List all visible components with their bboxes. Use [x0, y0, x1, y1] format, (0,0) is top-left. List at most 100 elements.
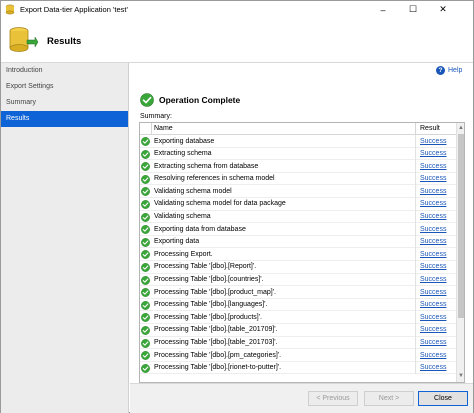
success-check-icon — [141, 326, 150, 335]
summary-label: Summary: — [140, 113, 172, 120]
table-row: Processing Table '[dbo].[countries]'. Suc… — [140, 273, 456, 287]
summary-grid: Name Result Exporting database Success Ext… — [139, 122, 465, 383]
table-row: Processing Table '[dbo].[pm_categories]'… — [140, 349, 456, 362]
row-name: Processing Table '[dbo].[product_map]'. — [154, 288, 277, 296]
row-result-link[interactable]: Success — [420, 289, 446, 296]
row-name: Validating schema — [154, 213, 211, 221]
row-name: Exporting data — [154, 238, 200, 246]
success-check-icon — [141, 225, 150, 235]
minimize-button[interactable]: – — [371, 1, 395, 18]
success-check-icon — [141, 137, 150, 146]
row-result-link[interactable]: Success — [420, 263, 446, 270]
row-result-link[interactable]: Success — [420, 339, 446, 346]
row-name: Processing Export. — [154, 250, 213, 258]
table-row: Resolving references in schema model Succ… — [140, 172, 456, 186]
page-title: Results — [47, 36, 82, 47]
export-dialog: Export Data-tier Application 'test' – ☐ … — [0, 0, 474, 413]
success-check-icon — [141, 250, 150, 260]
scroll-up-icon[interactable]: ▲ — [458, 125, 464, 131]
success-check-icon — [141, 275, 150, 285]
help-label: Help — [448, 67, 463, 74]
row-name: Processing Table '[dbo].[languages]'. — [154, 301, 268, 309]
success-check-icon — [141, 263, 150, 272]
row-result-link[interactable]: Success — [420, 226, 446, 233]
help-icon: ? — [436, 66, 445, 75]
row-result-link[interactable]: Success — [420, 150, 446, 157]
success-check-icon — [141, 187, 150, 197]
table-row: Processing Export. Success — [140, 248, 456, 261]
table-row: Exporting data Success — [140, 235, 456, 249]
row-result-link[interactable]: Success — [420, 213, 446, 220]
success-check-icon — [141, 338, 150, 348]
row-result-link[interactable]: Success — [420, 163, 446, 170]
help-link[interactable]: ? Help — [436, 66, 462, 75]
scroll-down-icon[interactable]: ▼ — [458, 373, 464, 379]
success-check-icon — [140, 93, 154, 107]
table-row: Validating schema model for data package… — [140, 197, 456, 211]
row-result-link[interactable]: Success — [420, 200, 446, 207]
close-window-button[interactable]: ✕ — [431, 1, 455, 18]
sidebar-item-export-settings[interactable]: Export Settings — [1, 79, 128, 95]
row-name: Validating schema model — [154, 187, 232, 195]
row-name: Processing Table '[dbo].[table_201703]'. — [154, 339, 278, 346]
row-result-link[interactable]: Success — [420, 276, 446, 283]
success-check-icon — [141, 200, 150, 209]
table-row: Exporting data from database Success — [140, 223, 456, 236]
row-name: Exporting data from database — [154, 225, 246, 233]
success-check-icon — [141, 162, 150, 172]
table-row: Processing Table '[dbo].[product_map]'. S… — [140, 286, 456, 299]
row-result-link[interactable]: Success — [420, 251, 446, 258]
row-result-link[interactable]: Success — [420, 364, 446, 371]
scrollbar-thumb[interactable] — [458, 134, 464, 318]
previous-button[interactable]: < Previous — [308, 391, 358, 406]
row-name: Extracting schema from database — [154, 162, 259, 170]
row-name: Extracting schema — [154, 150, 212, 158]
row-result-link[interactable]: Success — [420, 175, 446, 182]
row-name: Validating schema model for data package — [154, 200, 286, 208]
close-button[interactable]: Close — [418, 391, 468, 406]
table-row: Processing Table '[dbo].[rionet-to-putte… — [140, 361, 456, 375]
success-check-icon — [141, 149, 150, 159]
table-row: Processing Table '[dbo].[products]'. Succ… — [140, 311, 456, 324]
row-name: Processing Table '[dbo].[Report]'. — [154, 263, 257, 271]
wizard-footer: < Previous Next > Close — [130, 383, 473, 413]
row-name: Resolving references in schema model — [154, 175, 275, 183]
success-check-icon — [141, 288, 150, 298]
table-row: Extracting schema from database Success — [140, 160, 456, 173]
success-check-icon — [141, 237, 150, 247]
table-row: Processing Table '[dbo].[table_201709]'.… — [140, 323, 456, 337]
row-result-link[interactable]: Success — [420, 326, 446, 333]
window-title: Export Data-tier Application 'test' — [20, 5, 128, 14]
column-header-name[interactable]: Name — [154, 125, 173, 132]
row-name: Processing Table '[dbo].[table_201709]'. — [154, 326, 278, 334]
vertical-scrollbar[interactable]: ▲ ▼ — [456, 123, 464, 382]
success-check-icon — [141, 351, 150, 360]
next-button[interactable]: Next > — [364, 391, 414, 406]
row-name: Processing Table '[dbo].[rionet-to-putte… — [154, 364, 282, 372]
row-result-link[interactable]: Success — [420, 314, 446, 321]
table-row: Extracting schema Success — [140, 147, 456, 161]
success-check-icon — [141, 363, 150, 373]
database-export-icon — [5, 4, 15, 15]
row-result-link[interactable]: Success — [420, 301, 446, 308]
sidebar-item-introduction[interactable]: Introduction — [1, 63, 128, 79]
results-content: ? Help Operation Complete Summary: Name … — [130, 63, 473, 383]
wizard-sidebar: Introduction Export Settings Summary Res… — [1, 63, 129, 413]
sidebar-item-summary[interactable]: Summary — [1, 95, 128, 111]
column-header-result[interactable]: Result — [420, 125, 440, 132]
table-row: Exporting database Success — [140, 135, 456, 148]
operation-status: Operation Complete — [140, 93, 240, 107]
sidebar-item-results[interactable]: Results — [1, 111, 128, 127]
page-header: Results — [1, 18, 473, 63]
row-name: Processing Table '[dbo].[countries]'. — [154, 276, 264, 284]
maximize-button[interactable]: ☐ — [401, 1, 425, 18]
row-result-link[interactable]: Success — [420, 138, 446, 145]
row-result-link[interactable]: Success — [420, 352, 446, 359]
status-text: Operation Complete — [159, 95, 241, 105]
grid-header: Name Result — [140, 123, 456, 135]
row-name: Exporting database — [154, 137, 215, 145]
success-check-icon — [141, 174, 150, 184]
table-row: Processing Table '[dbo].[table_201703]'.… — [140, 336, 456, 350]
row-result-link[interactable]: Success — [420, 238, 446, 245]
row-result-link[interactable]: Success — [420, 188, 446, 195]
